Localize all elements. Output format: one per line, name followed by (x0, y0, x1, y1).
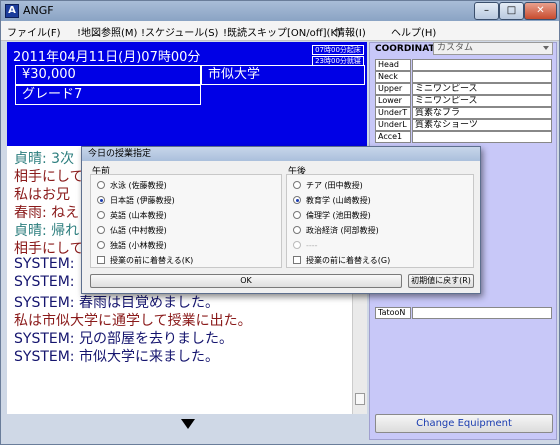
radio-icon (97, 181, 105, 189)
checkbox-icon (293, 256, 301, 264)
log-line: 私はお兄 (14, 187, 70, 203)
menu-file[interactable]: ファイル(F) (7, 24, 61, 39)
maximize-button[interactable]: □ (499, 2, 524, 20)
menu-schedule[interactable]: !スケジュール(S) (141, 24, 218, 39)
change-equipment-button[interactable]: Change Equipment (375, 414, 553, 433)
equip-slot-name: Acce1 (375, 131, 411, 143)
wake-time-button[interactable]: 07時00分起床 (312, 45, 364, 55)
radio-icon (97, 241, 105, 249)
equip-slot-name: Head (375, 59, 411, 71)
equip-slot-name: UnderT (375, 107, 411, 119)
log-line: SYSTEM: (14, 256, 75, 272)
afternoon-group: チア (田中教授) 教育学 (山崎教授) 倫理学 (池田教授) 政治経済 (阿部… (286, 174, 474, 268)
window-title: ANGF (23, 4, 54, 17)
log-line: 相手にして (14, 241, 84, 257)
coordinate-value: カスタム (437, 43, 474, 53)
log-line: SYSTEM: 春雨は目覚めました。 (14, 295, 219, 311)
dialog-title: 今日の授業指定 (82, 147, 480, 161)
minimize-button[interactable]: – (474, 2, 499, 20)
log-line: SYSTEM: (14, 274, 75, 290)
chevron-down-icon (543, 46, 549, 50)
equip-slot-name: Neck (375, 71, 411, 83)
equip-slot-value[interactable] (412, 71, 552, 83)
menu-map[interactable]: !地図参照(M) (77, 24, 137, 39)
menu-help[interactable]: ヘルプ(H) (391, 24, 436, 39)
reset-defaults-button[interactable]: 初期値に戻す(R) (408, 274, 474, 288)
menu-info[interactable]: 情報(I) (335, 24, 366, 39)
equip-slot-value[interactable]: 質素なブラ (412, 107, 552, 119)
equip-slot-value[interactable] (412, 59, 552, 71)
class-selection-dialog: 今日の授業指定 午前 水泳 (佐藤教授) 日本語 (伊藤教授) 英語 (山本教授… (81, 146, 481, 294)
radio-disabled-icon (293, 241, 301, 249)
radio-selected-icon (97, 196, 105, 204)
money-display: ¥30,000 (15, 65, 201, 85)
next-page-arrow-icon[interactable] (181, 419, 195, 429)
radio-icon (293, 226, 301, 234)
equip-slot-value[interactable] (412, 307, 552, 319)
morning-group: 水泳 (佐藤教授) 日本語 (伊藤教授) 英語 (山本教授) 仏語 (中村教授)… (90, 174, 282, 268)
log-line: SYSTEM: 市似大学に来ました。 (14, 349, 219, 365)
equip-slot-value[interactable] (412, 131, 552, 143)
radio-icon (97, 226, 105, 234)
log-line: SYSTEM: 兄の部屋を去りました。 (14, 331, 233, 347)
grade-display: グレード7 (15, 85, 201, 105)
equip-slot-name: UnderL (375, 119, 411, 131)
radio-icon (293, 211, 301, 219)
checkbox-icon (97, 256, 105, 264)
equip-slot-name: Upper (375, 83, 411, 95)
datetime-label: 2011年04月11日(月)07時00分 (13, 50, 201, 65)
radio-selected-icon (293, 196, 301, 204)
scroll-thumb[interactable] (355, 393, 365, 405)
app-window: A ANGF – □ ✕ ファイル(F) !地図参照(M) !スケジュール(S)… (0, 0, 560, 445)
log-line: 貞晴: 帰れ (14, 223, 80, 239)
close-button[interactable]: ✕ (524, 2, 557, 20)
radio-icon (293, 181, 301, 189)
location-display: 市似大学 (201, 65, 365, 85)
log-line: 相手にして (14, 169, 84, 185)
equip-slot-name: Lower (375, 95, 411, 107)
app-icon: A (5, 4, 19, 18)
menu-skip[interactable]: !既読スキップ[ON/off](K) (223, 24, 341, 39)
equip-slot-value[interactable]: ミニワンピース (412, 83, 552, 95)
equip-slot-value[interactable]: 質素なショーツ (412, 119, 552, 131)
ok-button[interactable]: OK (90, 274, 402, 288)
log-line: 貞晴: 3次 (14, 151, 75, 167)
menu-bar: ファイル(F) !地図参照(M) !スケジュール(S) !既読スキップ[ON/o… (1, 21, 559, 41)
equip-slot-name: TatooN (375, 307, 411, 319)
equip-slot-value[interactable]: ミニワンピース (412, 95, 552, 107)
radio-icon (97, 211, 105, 219)
log-line: 春雨: ねえ (14, 205, 80, 221)
log-line: 私は市似大学に通学して授業に出た。 (14, 313, 252, 329)
coordinate-select[interactable]: カスタム (433, 42, 553, 55)
